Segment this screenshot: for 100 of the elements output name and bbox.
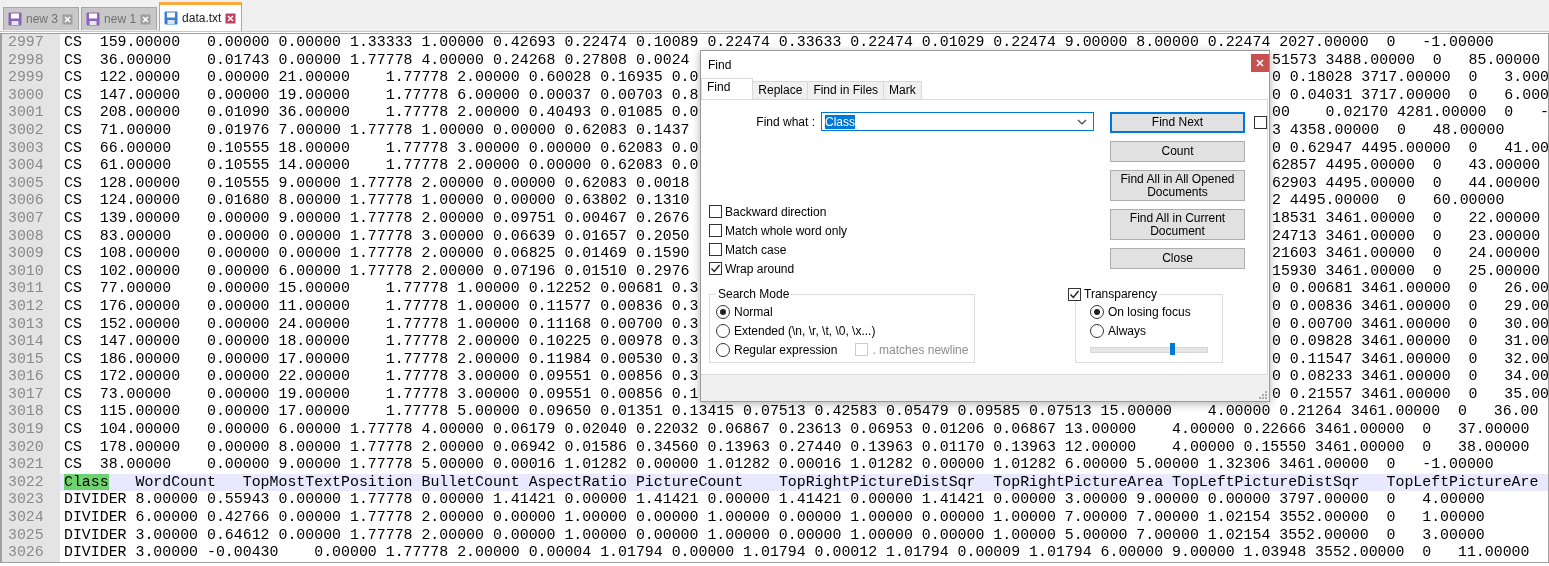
radio-button[interactable] (716, 342, 730, 357)
line-number: 3019 (2, 421, 60, 439)
checkbox[interactable] (709, 243, 722, 256)
code-text: CS 77.00000 0.00000 15.00000 1.77778 1.00000 0.12252 0.00681 0.3 (64, 280, 699, 297)
code-text: CS 108.00000 0.00000 0.00000 1.77778 2.00000 0.06825 0.01469 0.1590 (64, 245, 690, 262)
line-number: 3016 (2, 368, 60, 386)
code-text: CS 147.00000 0.00000 19.00000 1.77778 6.00000 0.00037 0.00703 0.8 (64, 86, 699, 103)
checkbox-label[interactable]: Transparency (1084, 287, 1157, 301)
code-text: DIVIDER 3.00000 0.64612 0.00000 1.77778 2.00000 0.00000 1.00000 0.00000 1.00000 0.00000 1.00000 0.00000 1.00000 5.00000 7.00000 1.02154 3552.00000 0 3.00000 (64, 526, 1485, 543)
code-text: CS 66.00000 0.10555 18.00000 1.77778 3.00000 0.00000 0.62083 0.0 (64, 139, 699, 156)
dialog-button[interactable]: Find All in Current Document (1110, 209, 1245, 240)
radio-button[interactable] (716, 304, 730, 319)
code-text: 21603 3461.00000 0 24.00000 (1272, 245, 1541, 262)
code-text: 0 0.62947 4495.00000 0 41.00 (1272, 139, 1549, 156)
code-text: CS 102.00000 0.00000 6.00000 1.77778 2.00000 0.07196 0.01510 0.2976 (64, 262, 690, 279)
code-text: CS 172.00000 0.00000 22.00000 1.77778 3.00000 0.09551 0.00856 0.3 (64, 368, 699, 385)
code-text: 0 0.00681 3461.00000 0 26.00 (1272, 280, 1549, 297)
code-text: 0 0.21557 3461.00000 0 35.00 (1272, 385, 1549, 402)
line-number: 3006 (2, 192, 60, 210)
line-number: 3023 (2, 491, 60, 510)
find-what-label: Find what : (756, 114, 815, 129)
radio-button[interactable] (1090, 323, 1104, 338)
code-text: CS 124.00000 0.01680 8.00000 1.77778 1.00000 0.00000 0.63802 0.1310 (64, 192, 690, 209)
slider-thumb[interactable] (1170, 343, 1176, 355)
code-text: 2 4495.00000 0 60.00000 (1272, 192, 1505, 209)
line-number: 3004 (2, 157, 60, 175)
line-number: 3024 (2, 509, 60, 527)
dialog-button[interactable]: Count (1110, 141, 1245, 162)
code-text: CS 178.00000 0.00000 8.00000 1.77778 2.00000 0.06942 0.01586 0.34560 0.13963 0.27440 0.13963 0.01170 0.13963 12.00000 4.00000 0.15550 3461.00000 0 38.00000 (64, 438, 1530, 455)
dialog-tab[interactable]: Replace (752, 81, 809, 99)
close-icon (1256, 59, 1264, 67)
code-text: CS 61.00000 0.10555 14.00000 1.77778 2.00000 0.00000 0.62083 0.0 (64, 157, 699, 174)
code-text: CS 36.00000 0.01743 0.00000 1.77778 4.00000 0.24268 0.27808 0.0024 (64, 51, 690, 68)
close-icon[interactable] (62, 13, 74, 25)
line-number: 3001 (2, 104, 60, 122)
dialog-button[interactable]: Find All in All Opened Documents (1110, 170, 1245, 201)
line-number: 3021 (2, 456, 60, 474)
code-text: 0 0.04031 3717.00000 0 6.000 (1272, 86, 1549, 103)
line-number: 3026 (2, 544, 60, 562)
code-text: 3 4358.00000 0 48.00000 (1272, 121, 1505, 138)
checkbox-label[interactable]: Match whole word only (725, 223, 848, 238)
checkbox-label[interactable]: Backward direction (725, 204, 827, 219)
radio-label[interactable]: On losing focus (1108, 304, 1191, 319)
dialog-tab[interactable]: Find (701, 78, 754, 99)
checkbox[interactable] (709, 224, 722, 237)
code-text: CS 38.00000 0.00000 9.00000 1.77778 5.00000 0.00016 1.01282 0.00000 1.01282 0.00016 1.01282 0.00000 1.01282 6.00000 5.00000 1.32306 3461.00000 0 -1.00000 (64, 456, 1494, 473)
code-text: 62857 4495.00000 0 43.00000 (1272, 157, 1541, 174)
line-number: 3011 (2, 280, 60, 298)
radio-button[interactable] (1090, 304, 1104, 319)
checkbox-label[interactable]: Wrap around (725, 261, 795, 276)
code-text: CS 73.00000 0.00000 19.00000 1.77778 3.00000 0.09551 0.00856 0.1 (64, 385, 699, 402)
line-number: 2997 (2, 34, 60, 52)
dialog-button[interactable]: Close (1110, 248, 1245, 269)
code-text: CS 139.00000 0.00000 9.00000 1.77778 2.00000 0.09751 0.00467 0.2676 (64, 209, 690, 226)
checkbox[interactable] (1254, 116, 1267, 129)
code-text: CS 104.00000 0.00000 6.00000 1.77778 4.00000 0.06179 0.02040 0.22032 0.06867 0.23613 0.06953 0.01206 0.06867 13.00000 4.00000 0.22666 3461.00000 0 37.00000 (64, 421, 1530, 438)
line-number: 3018 (2, 403, 60, 422)
radio-label[interactable]: Normal (734, 304, 773, 319)
checkbox[interactable] (1068, 287, 1081, 301)
dialog-tab[interactable]: Find in Files (807, 81, 885, 99)
code-text: CS 208.00000 0.01090 36.00000 1.77778 2.00000 0.40493 0.01085 0.0 (64, 104, 699, 121)
radio-label[interactable]: Extended (\n, \r, \t, \0, \x...) (734, 323, 876, 338)
code-text: CS 122.00000 0.00000 21.00000 1.77778 2.00000 0.60028 0.16935 0.0 (64, 69, 699, 86)
code-text: 0 0.11547 3461.00000 0 32.00 (1272, 350, 1549, 367)
code-text: 15930 3461.00000 0 25.00000 (1272, 262, 1541, 279)
code-text: DIVIDER 3.00000 -0.00430 0.00000 1.77778 2.00000 0.00004 1.01794 0.00000 1.01794 0.00012 1.01794 0.00009 1.01794 6.00000 9.00000 1.03948 3552.00000 0 11.00000 (64, 544, 1530, 561)
code-text: 62903 4495.00000 0 44.00000 (1272, 174, 1541, 191)
code-text: CS 71.00000 0.01976 7.00000 1.77778 1.00000 0.00000 0.62083 0.1437 (64, 121, 690, 138)
code-text: DIVIDER 6.00000 0.42766 0.00000 1.77778 2.00000 0.00000 1.00000 0.00000 1.00000 0.00000 1.00000 0.00000 1.00000 7.00000 7.00000 1.02154 3552.00000 0 1.00000 (64, 509, 1485, 526)
code-text: 18531 3461.00000 0 22.00000 (1272, 209, 1541, 226)
code-text: CS 128.00000 0.10555 9.00000 1.77778 2.00000 0.00000 0.62083 0.0018 (64, 174, 690, 191)
code-text: CS 115.00000 0.00000 17.00000 1.77778 5.00000 0.09650 0.01351 0.13415 0.07513 0.42583 0.05479 0.09585 0.07513 15.00000 4.00000 0.21264 3461.00000 0 36.00 (64, 403, 1539, 420)
checkbox[interactable] (709, 205, 722, 218)
close-icon[interactable] (225, 12, 237, 24)
radio-button[interactable] (716, 323, 730, 338)
checkbox-label[interactable]: Match case (725, 242, 787, 257)
code-text: 0 0.00836 3461.00000 0 29.00 (1272, 297, 1549, 314)
caret-icon[interactable] (1077, 118, 1087, 125)
code-text: 0 0.08233 3461.00000 0 34.00 (1272, 368, 1549, 385)
code-text: CS 147.00000 0.00000 18.00000 1.77778 2.00000 0.10225 0.00978 0.3 (64, 333, 699, 350)
file-tab[interactable]: data.txt (159, 2, 243, 31)
line-number: 2999 (2, 69, 60, 87)
radio-label[interactable]: Always (1108, 323, 1146, 338)
search-match: Class (64, 473, 109, 490)
find-what-field[interactable]: Class (821, 112, 1094, 131)
checkbox[interactable] (709, 262, 722, 275)
code-text: CS 186.00000 0.00000 17.00000 1.77778 2.00000 0.11984 0.00530 0.3 (64, 350, 699, 367)
code-text: 0 0.00700 3461.00000 0 30.00 (1272, 315, 1549, 332)
group-title: Search Mode (717, 287, 791, 301)
line-number: 3009 (2, 245, 60, 263)
code-text: 00 0.02170 4281.00000 0 - (1272, 104, 1549, 121)
code-text: 24713 3461.00000 0 23.00000 (1272, 227, 1541, 244)
close-button[interactable] (1251, 54, 1269, 72)
resize-grip-icon[interactable] (1257, 389, 1267, 399)
dialog-button[interactable]: Find Next (1110, 112, 1245, 133)
close-icon[interactable] (140, 13, 152, 25)
code-text: 0 0.09828 3461.00000 0 31.00 (1272, 333, 1549, 350)
dialog-tab[interactable]: Mark (883, 81, 922, 99)
code-text: 0 0.18028 3717.00000 0 3.000 (1272, 69, 1549, 86)
radio-label[interactable]: Regular expression (734, 342, 838, 357)
